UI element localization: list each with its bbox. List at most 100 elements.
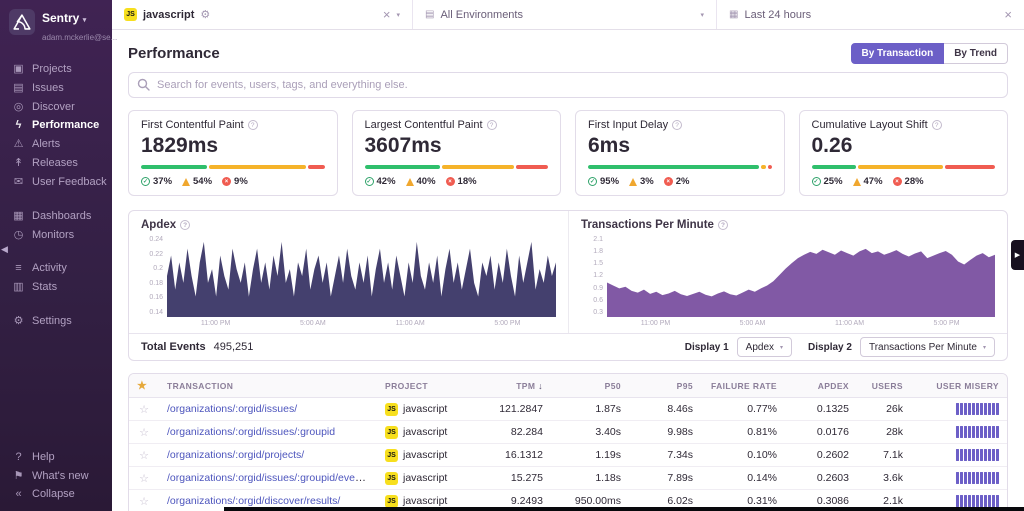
favorite-star-icon[interactable]: ☆ xyxy=(129,472,159,485)
info-icon[interactable]: ? xyxy=(932,120,942,130)
project-cell: JSjavascript xyxy=(377,403,471,416)
whats-new-icon: ⚑ xyxy=(12,469,25,482)
info-icon[interactable]: ? xyxy=(718,220,728,230)
user-feedback-icon: ✉ xyxy=(12,175,25,188)
meh-pct: 54% xyxy=(193,176,212,187)
p50-cell: 1.87s xyxy=(551,403,629,415)
transactions-table: ★TRANSACTIONPROJECTTPM ↓P50P95FAILURE RA… xyxy=(128,373,1008,511)
p50-cell: 950.00ms xyxy=(551,495,629,507)
org-switcher[interactable]: Sentry ▾ adam.mckerlie@se... xyxy=(0,0,112,49)
good-pct: 25% xyxy=(824,176,843,187)
info-icon[interactable]: ? xyxy=(248,120,258,130)
vital-card-fid: First Input Delay? 6ms ✓95% 3% ×2% xyxy=(575,110,785,196)
sidebar-item-issues[interactable]: ▤Issues xyxy=(0,78,112,97)
javascript-project-icon: JS xyxy=(385,472,398,485)
sidebar-item-label: User Feedback xyxy=(32,176,107,188)
display1-select[interactable]: Apdex▾ xyxy=(737,337,792,357)
meh-warning-icon xyxy=(853,178,861,186)
sidebar-item-discover[interactable]: ◎Discover xyxy=(0,97,112,116)
column-header-p95[interactable]: P95 xyxy=(629,381,701,391)
clear-project-icon[interactable]: × xyxy=(383,8,391,21)
sidebar-item-whats-new[interactable]: ⚑ What's new xyxy=(0,466,112,485)
by-transaction-button[interactable]: By Transaction xyxy=(851,43,945,64)
tpm-cell: 9.2493 xyxy=(471,495,551,507)
column-header-p50[interactable]: P50 xyxy=(551,381,629,391)
info-icon[interactable]: ? xyxy=(672,120,682,130)
sidebar-item-label: Monitors xyxy=(32,229,74,241)
poor-icon: × xyxy=(446,177,455,186)
column-header-users[interactable]: USERS xyxy=(857,381,911,391)
column-header-tpm[interactable]: TPM ↓ xyxy=(471,381,551,391)
expand-right-arrow[interactable]: ▶ xyxy=(1011,240,1024,270)
sidebar-item-projects[interactable]: ▣Projects xyxy=(0,59,112,78)
environment-chevron-down-icon[interactable]: ▾ xyxy=(700,11,704,19)
column-header-project[interactable]: PROJECT xyxy=(377,381,471,391)
sidebar-item-releases[interactable]: ↟Releases xyxy=(0,153,112,172)
vital-value: 3607ms xyxy=(365,134,549,158)
sidebar-item-dashboards[interactable]: ▦Dashboards xyxy=(0,206,112,225)
favorite-star-icon[interactable]: ☆ xyxy=(129,403,159,416)
sidebar-item-user-feedback[interactable]: ✉ User Feedback xyxy=(0,172,112,191)
settings-icon: ⚙ xyxy=(12,314,25,327)
failure-rate-cell: 0.77% xyxy=(701,403,785,415)
table-body: ☆ /organizations/:orgid/issues/JSjavascri… xyxy=(129,398,1007,511)
sidebar-item-activity[interactable]: ≡Activity xyxy=(0,259,112,277)
poor-pct: 28% xyxy=(905,176,924,187)
users-cell: 26k xyxy=(857,403,911,415)
top-header: JS javascript ⚙ × ▾ ▤ All Environments ▾… xyxy=(112,0,1024,30)
project-name[interactable]: javascript xyxy=(143,9,194,21)
releases-icon: ↟ xyxy=(12,156,25,169)
by-trend-button[interactable]: By Trend xyxy=(944,43,1008,64)
favorite-star-icon[interactable]: ☆ xyxy=(129,449,159,462)
view-toggle: By Transaction By Trend xyxy=(851,43,1009,64)
info-icon[interactable]: ? xyxy=(487,120,497,130)
vital-value: 1829ms xyxy=(141,134,325,158)
transaction-link[interactable]: /organizations/:orgid/projects/ xyxy=(167,449,304,461)
project-chevron-down-icon[interactable]: ▾ xyxy=(396,11,400,19)
tpm-chart: Transactions Per Minute? 2.11.81.51.20.9… xyxy=(568,211,1007,333)
environment-value[interactable]: All Environments xyxy=(440,9,523,21)
favorite-star-icon[interactable]: ☆ xyxy=(129,495,159,508)
info-icon[interactable]: ? xyxy=(180,220,190,230)
transaction-link[interactable]: /organizations/:orgid/issues/ xyxy=(167,403,297,415)
p95-cell: 7.89s xyxy=(629,472,701,484)
search-input[interactable] xyxy=(128,72,1008,98)
web-vitals-row: First Contentful Paint? 1829ms ✓37% 54% … xyxy=(128,110,1008,196)
display2-select[interactable]: Transactions Per Minute▾ xyxy=(860,337,995,357)
transaction-link[interactable]: /organizations/:orgid/issues/:groupid/ev… xyxy=(167,472,377,484)
column-header-failure-rate[interactable]: FAILURE RATE xyxy=(701,381,785,391)
p95-cell: 7.34s xyxy=(629,449,701,461)
apdex-cell: 0.1325 xyxy=(785,403,857,415)
users-cell: 2.1k xyxy=(857,495,911,507)
sidebar-item-help[interactable]: ?Help xyxy=(0,448,112,466)
favorite-star-icon[interactable]: ☆ xyxy=(129,426,159,439)
column-header-user-misery[interactable]: USER MISERY xyxy=(911,381,1007,391)
user-misery-bars xyxy=(911,421,1007,443)
date-range-value[interactable]: Last 24 hours xyxy=(744,9,811,21)
p50-cell: 3.40s xyxy=(551,426,629,438)
users-cell: 28k xyxy=(857,426,911,438)
project-settings-gear-icon[interactable]: ⚙ xyxy=(200,8,210,21)
y-tick-label: 0.2 xyxy=(153,265,163,272)
users-cell: 3.6k xyxy=(857,472,911,484)
transaction-link[interactable]: /organizations/:orgid/issues/:groupid xyxy=(167,426,335,438)
vital-card-lcp: Largest Contentful Paint? 3607ms ✓42% 40… xyxy=(352,110,562,196)
vital-card-cls: Cumulative Layout Shift? 0.26 ✓25% 47% ×… xyxy=(799,110,1009,196)
sidebar-item-monitors[interactable]: ◷Monitors xyxy=(0,225,112,244)
apdex-cell: 0.3086 xyxy=(785,495,857,507)
collapse-left-arrow-icon[interactable]: ◀ xyxy=(1,244,8,255)
y-tick-label: 0.16 xyxy=(149,294,163,301)
clear-date-icon[interactable]: × xyxy=(1004,8,1012,21)
sidebar-item-label: What's new xyxy=(32,470,89,482)
vital-title: First Input Delay xyxy=(588,119,668,131)
main-area: JS javascript ⚙ × ▾ ▤ All Environments ▾… xyxy=(112,0,1024,511)
transaction-link[interactable]: /organizations/:orgid/discover/results/ xyxy=(167,495,340,507)
column-header-transaction[interactable]: TRANSACTION xyxy=(159,381,377,391)
header-star[interactable]: ★ xyxy=(129,379,159,392)
sidebar-item-performance[interactable]: ϟPerformance xyxy=(0,116,112,134)
sidebar-item-alerts[interactable]: ⚠Alerts xyxy=(0,134,112,153)
sidebar-item-collapse[interactable]: «Collapse xyxy=(0,485,112,503)
column-header-apdex[interactable]: APDEX xyxy=(785,381,857,391)
sidebar-item-stats[interactable]: ▥Stats xyxy=(0,277,112,296)
sidebar-item-settings[interactable]: ⚙Settings xyxy=(0,311,112,330)
